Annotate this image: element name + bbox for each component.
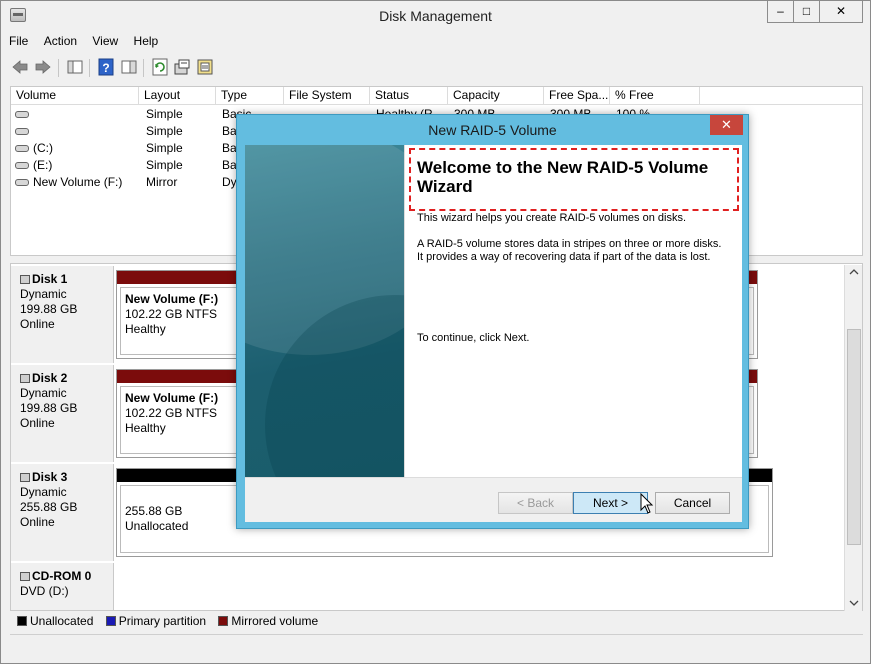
wizard-intro: This wizard helps you create RAID-5 volu… [417,212,686,224]
legend-unallocated: Unallocated [17,614,93,628]
vertical-scrollbar[interactable] [844,265,862,611]
menu-view[interactable]: View [92,34,118,48]
title-bar: Disk Management ‒ □ ✕ [1,1,870,31]
partition-title: New Volume (F:) [125,292,219,306]
rescan-disks-icon[interactable] [173,58,191,76]
minimize-button[interactable]: ‒ [767,1,794,23]
drive-icon [15,162,29,170]
cdrom-0-label[interactable]: CD-ROM 0 DVD (D:) [11,563,114,610]
wizard-heading: Welcome to the New RAID-5 Volume Wizard [417,158,709,196]
svg-text:?: ? [102,61,109,75]
legend-mirrored-volume: Mirrored volume [218,614,318,628]
settings-icon[interactable] [196,58,214,76]
help-icon[interactable]: ? [97,58,115,76]
toolbar-separator [143,59,144,77]
partition-detail: 255.88 GB [125,504,183,518]
maximize-button[interactable]: □ [793,1,820,23]
dialog-body: Welcome to the New RAID-5 Volume Wizard … [245,145,742,522]
wizard-footer: < Back Next > Cancel [245,477,742,522]
wizard-continue-text: To continue, click Next. [417,332,530,344]
volume-cell: (E:) [13,157,52,174]
wizard-description-line-2: It provides a way of recovering data if … [417,251,711,263]
mouse-pointer-icon [640,493,654,514]
scroll-up-icon[interactable] [849,268,859,276]
mirror-volume-icon [15,179,29,187]
layout-cell: Simple [146,158,183,172]
disk-1-label[interactable]: Disk 1 Dynamic 199.88 GB Online [11,266,114,363]
raid5-wizard-dialog: New RAID-5 Volume ✕ Welcome to the New R… [236,114,749,529]
type-cell: Dy [222,175,237,189]
wizard-description-line-1: A RAID-5 volume stores data in stripes o… [417,238,722,250]
cancel-button[interactable]: Cancel [655,492,730,514]
back-button[interactable]: < Back [498,492,573,514]
next-button[interactable]: Next > [573,492,648,514]
menu-help[interactable]: Help [134,34,159,48]
scrollbar-thumb[interactable] [847,329,861,545]
disk-3-label[interactable]: Disk 3 Dynamic 255.88 GB Online [11,464,114,561]
menu-bar: File Action View Help [9,34,170,52]
dialog-title: New RAID-5 Volume [428,122,557,138]
volume-cell [13,106,33,123]
cdrom-icon [20,572,30,581]
column-layout[interactable]: Layout [139,87,216,105]
column-status[interactable]: Status [370,87,448,105]
partition-status: Unallocated [125,519,189,533]
column-type[interactable]: Type [216,87,284,105]
toolbar-separator [58,59,59,77]
menu-file[interactable]: File [9,34,28,48]
partition-title: New Volume (F:) [125,391,219,405]
volume-list-header: Volume Layout Type File System Status Ca… [11,87,862,105]
disk-icon [20,275,30,284]
column-file-system[interactable]: File System [284,87,370,105]
volume-cell [13,123,33,140]
legend: Unallocated Primary partition Mirrored v… [17,614,327,630]
disk-2-label[interactable]: Disk 2 Dynamic 199.88 GB Online [11,365,114,462]
forward-arrow-icon[interactable] [34,58,52,76]
close-button[interactable]: ✕ [819,1,863,23]
column-capacity[interactable]: Capacity [448,87,544,105]
layout-cell: Simple [146,124,183,138]
partition-status: Healthy [125,322,166,336]
layout-cell: Simple [146,141,183,155]
status-bar [10,634,863,658]
drive-icon [15,111,29,119]
refresh-icon[interactable] [151,58,169,76]
drive-icon [15,145,29,153]
toolbar-separator [89,59,90,77]
properties-pane-icon[interactable] [120,58,138,76]
disk-icon [20,473,30,482]
column-volume[interactable]: Volume [11,87,139,105]
scroll-down-icon[interactable] [849,599,859,607]
drive-icon [15,128,29,136]
console-tree-icon[interactable] [66,58,84,76]
wizard-banner-image [245,145,404,477]
dialog-close-button[interactable]: ✕ [710,115,743,135]
volume-cell: (C:) [13,140,53,157]
volume-cell: New Volume (F:) [13,174,122,191]
partition-status: Healthy [125,421,166,435]
layout-cell: Mirror [146,175,178,189]
disk-icon [20,374,30,383]
back-arrow-icon[interactable] [11,58,29,76]
column-percent-free[interactable]: % Free [610,87,700,105]
partition-detail: 102.22 GB NTFS [125,307,218,321]
partition-detail: 102.22 GB NTFS [125,406,218,420]
wizard-content: Welcome to the New RAID-5 Volume Wizard … [404,145,742,477]
toolbar: ? [9,56,869,80]
layout-cell: Simple [146,107,183,121]
menu-action[interactable]: Action [44,34,77,48]
column-free-space[interactable]: Free Spa... [544,87,610,105]
window-title: Disk Management [379,8,492,24]
legend-primary-partition: Primary partition [105,614,206,628]
